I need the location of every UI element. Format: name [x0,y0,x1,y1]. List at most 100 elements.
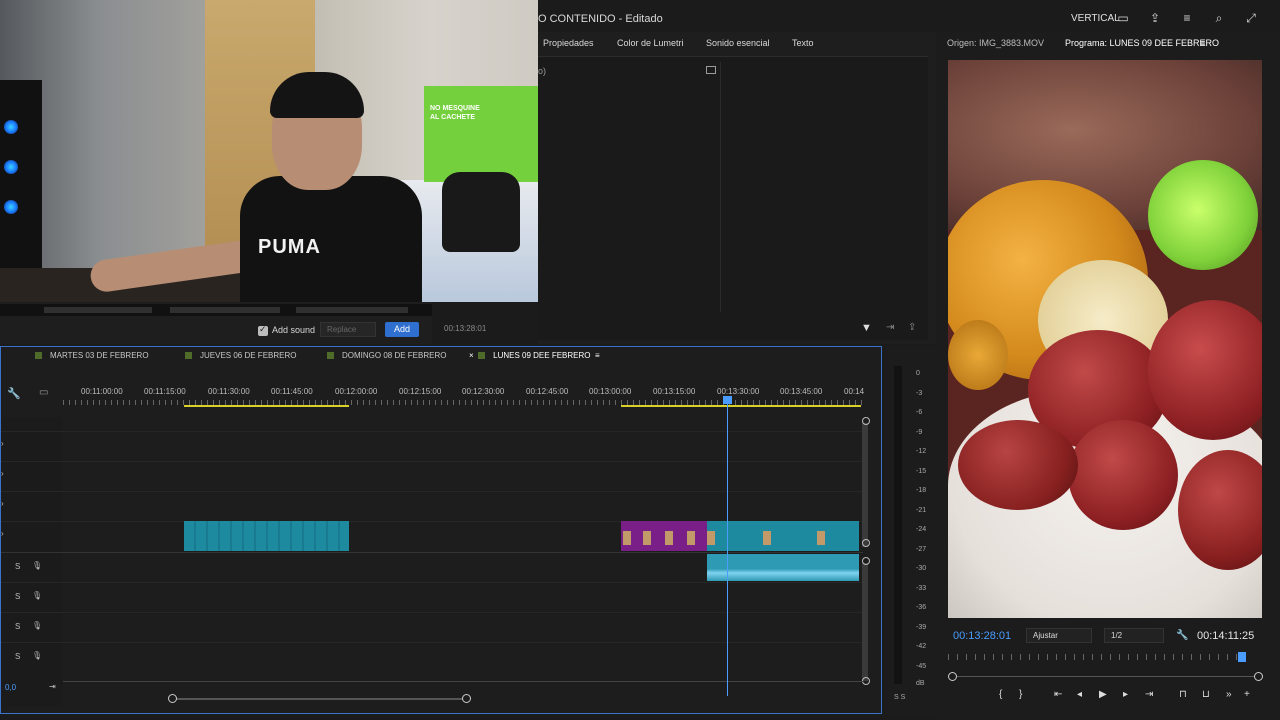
mic-icon[interactable]: 🎙 [32,591,42,600]
track-expand-icon[interactable]: › [1,529,4,538]
ruler-label: 00:11:00:00 [81,387,123,396]
mark-in-icon[interactable]: { [999,689,1002,700]
scroll-handle[interactable] [862,539,870,547]
program-video-frame[interactable] [948,60,1262,618]
panel-layout-icon[interactable]: ▭ [1116,11,1130,25]
timeline-bottom-line [63,681,863,682]
source-scrub[interactable] [0,304,432,316]
track-expand-icon[interactable]: › [1,469,4,478]
tab-color-lumetri[interactable]: Color de Lumetri [617,38,684,48]
sequence-tab-lunes[interactable]: × LUNES 09 DEE FEBRERO ≡ [469,351,600,360]
resolution-dropdown[interactable]: 1/2 [1104,628,1164,643]
mark-out-icon[interactable]: } [1019,689,1022,700]
add-button[interactable]: Add [385,322,419,337]
webcam-shirt: PUMA [240,176,422,302]
track-expand-icon[interactable]: › [1,499,4,508]
mic-icon[interactable]: 🎙 [32,561,42,570]
sequence-tab-domingo[interactable]: DOMINGO 08 DE FEBRERO [327,351,446,360]
audio-clip[interactable] [707,554,859,581]
sequence-tab-martes[interactable]: MARTES 03 DE FEBRERO [35,351,149,360]
video-clip[interactable] [621,521,707,551]
fit-dropdown[interactable]: Ajustar [1026,628,1092,643]
solo-button[interactable]: S [15,622,20,631]
meter-label: 0 [916,370,920,377]
program-duration-timecode: 00:14:11:25 [1197,630,1255,642]
go-to-out-icon[interactable]: ⇥ [1145,689,1153,700]
panel-toggle-icon[interactable] [706,66,716,74]
solo-button[interactable]: S [15,592,20,601]
share-icon[interactable]: ⇪ [1148,11,1162,25]
zoom-fit-icon[interactable]: ⇥ [49,682,56,691]
ruler-label: 00:13:15:00 [653,387,696,396]
sequence-tab-jueves[interactable]: JUEVES 06 DE FEBRERO [185,351,296,360]
more-icon[interactable]: » [1226,689,1232,700]
video-track-scrollbar[interactable] [862,423,868,547]
track-divider [1,582,863,583]
workspace-label[interactable]: VERTICAL [1071,13,1120,24]
tab-source[interactable]: Origen: IMG_3883.MOV [947,38,1044,48]
program-playhead[interactable] [1238,652,1246,662]
replace-dropdown[interactable]: Replace [320,322,376,337]
scroll-handle[interactable] [862,677,870,685]
meter-label: -30 [916,565,927,572]
hscroll-end-handle[interactable] [462,694,471,703]
audio-meter: 0 -3 -6 -9 -12 -15 -18 -21 -24 -27 -30 -… [886,346,936,714]
filter-icon[interactable]: ▼ [861,322,872,334]
menu-icon[interactable]: ≡ [595,351,600,360]
go-to-in-icon[interactable]: ⇤ [1054,689,1062,700]
scroll-handle[interactable] [862,417,870,425]
meter-solo-labels[interactable]: S S [894,694,905,701]
timeline-ruler[interactable]: 00:11:00:00 00:11:15:00 00:11:30:00 00:1… [63,381,864,407]
extract-icon[interactable]: ⊔ [1202,689,1210,700]
work-area-bar [621,405,861,407]
step-forward-icon[interactable]: ▸ [1123,689,1128,700]
captions-icon[interactable]: ▭ [39,387,48,398]
search-icon[interactable]: ⌕ [1212,11,1226,25]
playhead[interactable] [727,400,728,696]
program-current-timecode[interactable]: 00:13:28:01 [953,630,1011,642]
zoom-start-handle[interactable] [948,672,957,681]
solo-button[interactable]: S [15,652,20,661]
program-monitor: Origen: IMG_3883.MOV Programa: LUNES 09 … [936,32,1280,720]
premiere-workspace: NO MESQUINE AL CACHETE PUMA O CONTENIDO … [0,0,1280,720]
mic-icon[interactable]: 🎙 [32,621,42,630]
fullscreen-icon[interactable]: ⤢ [1244,11,1258,25]
hscroll-start-handle[interactable] [168,694,177,703]
zoom-end-handle[interactable] [1254,672,1263,681]
add-button-icon[interactable]: + [1244,689,1250,700]
tab-propiedades[interactable]: Propiedades [543,38,594,48]
meter-label: -27 [916,546,927,553]
track-expand-icon[interactable]: › [1,439,4,448]
program-zoom-bar[interactable] [950,676,1258,677]
effects-panel: Propiedades Color de Lumetri Sonido esen… [444,32,936,344]
meter-label: -15 [916,468,927,475]
insert-icon[interactable]: ⇥ [886,322,894,333]
wrench-icon[interactable]: 🔧 [7,387,21,400]
scroll-handle[interactable] [862,557,870,565]
program-ruler[interactable] [948,654,1254,660]
add-sound-checkbox[interactable] [258,324,268,336]
meter-bar [894,366,902,684]
meter-label: -42 [916,643,927,650]
lift-icon[interactable]: ⊓ [1179,689,1187,700]
audio-track-scrollbar[interactable] [862,563,868,681]
webcam-backpack [442,172,520,252]
tab-program[interactable]: Programa: LUNES 09 DEE FEBRERO [1065,38,1219,48]
mic-icon[interactable]: 🎙 [32,651,42,660]
shirt-text: PUMA [258,236,321,258]
solo-button[interactable]: S [15,562,20,571]
program-menu-icon[interactable]: ≡ [1200,38,1205,48]
menu-icon[interactable]: ≡ [1180,11,1194,25]
close-icon[interactable]: × [469,351,474,360]
export-icon[interactable]: ⇪ [908,322,916,333]
timeline-hscroll[interactable] [172,698,468,700]
tab-texto[interactable]: Texto [792,38,814,48]
step-back-icon[interactable]: ◂ [1077,689,1082,700]
meter-label: -21 [916,507,927,514]
video-clip[interactable] [184,521,349,551]
ruler-label: 00:13:00:00 [589,387,632,396]
play-icon[interactable]: ▶ [1099,689,1107,700]
tab-sonido-esencial[interactable]: Sonido esencial [706,38,770,48]
video-clip[interactable] [707,521,859,551]
wrench-icon[interactable]: 🔧 [1176,630,1188,641]
